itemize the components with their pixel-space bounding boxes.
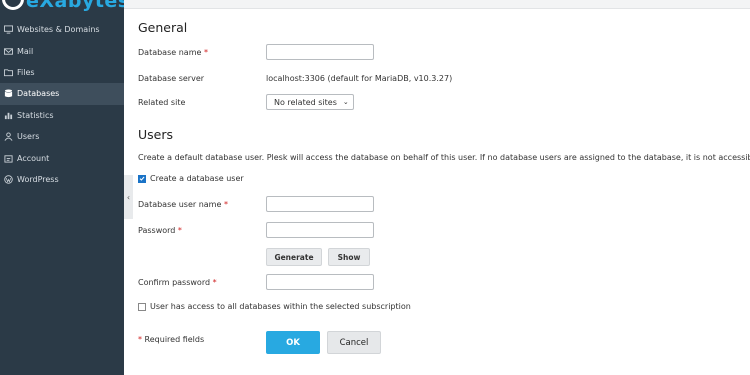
all-db-access-checkbox[interactable] [138, 302, 146, 311]
all-db-access-label: User has access to all databases within … [150, 302, 411, 311]
sidebar-item-account[interactable]: Account [0, 147, 124, 168]
sidebar-item-label: Account [17, 153, 50, 163]
create-user-row[interactable]: Create a database user [138, 174, 244, 183]
chevron-down-icon: ⌄ [342, 98, 349, 106]
general-section-title: General [138, 20, 188, 35]
required-fields-text: Required fields [144, 335, 205, 344]
database-name-input[interactable] [266, 44, 374, 60]
database-name-label: Database name * [138, 48, 208, 57]
sidebar-item-users[interactable]: Users [0, 126, 124, 147]
required-fields-note: * Required fields [138, 335, 204, 344]
users-description: Create a default database user. Plesk wi… [138, 153, 750, 162]
sidebar: eXabytes Websites & Domains Mail Files D… [0, 0, 124, 375]
confirm-password-label-text: Confirm password [138, 278, 211, 287]
required-marker: * [212, 278, 217, 287]
mail-icon [3, 46, 13, 56]
brand-logo[interactable]: eXabytes [0, 0, 124, 14]
db-user-name-input[interactable] [266, 196, 374, 212]
ok-button[interactable]: OK [266, 331, 320, 354]
sidebar-item-mail[interactable]: Mail [0, 40, 124, 61]
db-user-name-label: Database user name * [138, 200, 228, 209]
sidebar-item-files[interactable]: Files [0, 62, 124, 83]
sidebar-item-statistics[interactable]: Statistics [0, 105, 124, 126]
sidebar-item-label: Users [17, 132, 40, 142]
checkmark-icon [139, 176, 145, 181]
wordpress-icon [3, 174, 13, 184]
user-icon [3, 132, 13, 142]
confirm-password-input[interactable] [266, 274, 374, 290]
sidebar-item-wordpress[interactable]: WordPress [0, 169, 124, 190]
database-name-label-text: Database name [138, 48, 202, 57]
chevron-left-icon: ‹ [126, 192, 131, 202]
password-input[interactable] [266, 222, 374, 238]
confirm-password-label: Confirm password * [138, 278, 217, 287]
sidebar-item-label: Databases [17, 89, 60, 99]
sidebar-item-label: Statistics [17, 110, 54, 120]
cancel-button[interactable]: Cancel [327, 331, 381, 354]
sidebar-collapse-button[interactable]: ‹ [124, 175, 133, 219]
required-marker: * [177, 226, 182, 235]
generate-password-button[interactable]: Generate [266, 248, 322, 266]
logo-mark-icon [2, 0, 24, 10]
show-password-button[interactable]: Show [328, 248, 370, 266]
monitor-icon [3, 25, 13, 35]
account-icon [3, 153, 13, 163]
sidebar-nav: Websites & Domains Mail Files Databases … [0, 19, 124, 190]
related-site-selected-value: No related sites [274, 97, 337, 107]
users-section-title: Users [138, 127, 174, 142]
required-marker: * [223, 200, 228, 209]
db-user-name-label-text: Database user name [138, 200, 222, 209]
sidebar-item-label: Websites & Domains [17, 25, 100, 35]
required-marker: * [138, 335, 142, 344]
bar-chart-icon [3, 110, 13, 120]
brand-name: eXabytes [26, 0, 124, 12]
folder-icon [3, 67, 13, 77]
database-form: General Database name * Database server … [138, 0, 750, 375]
required-marker: * [203, 48, 208, 57]
database-server-value: localhost:3306 (default for MariaDB, v10… [266, 74, 453, 83]
create-user-label: Create a database user [150, 174, 244, 183]
database-icon [3, 89, 13, 99]
all-db-access-row[interactable]: User has access to all databases within … [138, 302, 411, 311]
database-server-label: Database server [138, 74, 205, 83]
password-label: Password * [138, 226, 182, 235]
sidebar-item-databases[interactable]: Databases [0, 83, 124, 105]
sidebar-item-websites-domains[interactable]: Websites & Domains [0, 19, 124, 40]
sidebar-item-label: Files [17, 67, 35, 77]
related-site-label: Related site [138, 98, 186, 107]
related-site-select[interactable]: No related sites ⌄ [266, 94, 354, 110]
create-user-checkbox[interactable] [138, 174, 146, 183]
sidebar-item-label: Mail [17, 46, 34, 56]
password-label-text: Password [138, 226, 176, 235]
sidebar-item-label: WordPress [17, 174, 59, 184]
